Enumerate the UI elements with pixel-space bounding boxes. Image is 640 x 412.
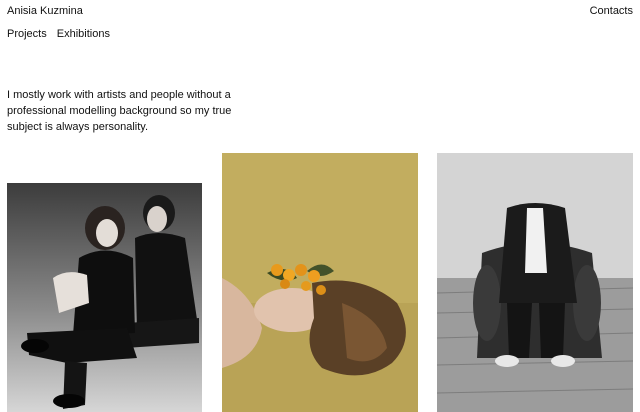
gallery-photo-armchair[interactable] <box>437 153 633 412</box>
intro-text: I mostly work with artists and people wi… <box>7 89 232 133</box>
nav-item-projects[interactable]: Projects <box>7 28 47 40</box>
site-name-link[interactable]: Anisia Kuzmina <box>7 5 83 17</box>
contacts-link[interactable]: Contacts <box>590 5 633 17</box>
photo-portrait-pair-image <box>7 183 202 412</box>
nav-item-exhibitions[interactable]: Exhibitions <box>57 28 110 40</box>
gallery-photo-oranges-portrait[interactable] <box>222 153 418 412</box>
photo-oranges-portrait-image <box>222 153 418 412</box>
main-nav: Projects Exhibitions <box>7 28 110 40</box>
photo-armchair-image <box>437 153 633 412</box>
gallery-photo-portrait-pair[interactable] <box>7 183 202 412</box>
